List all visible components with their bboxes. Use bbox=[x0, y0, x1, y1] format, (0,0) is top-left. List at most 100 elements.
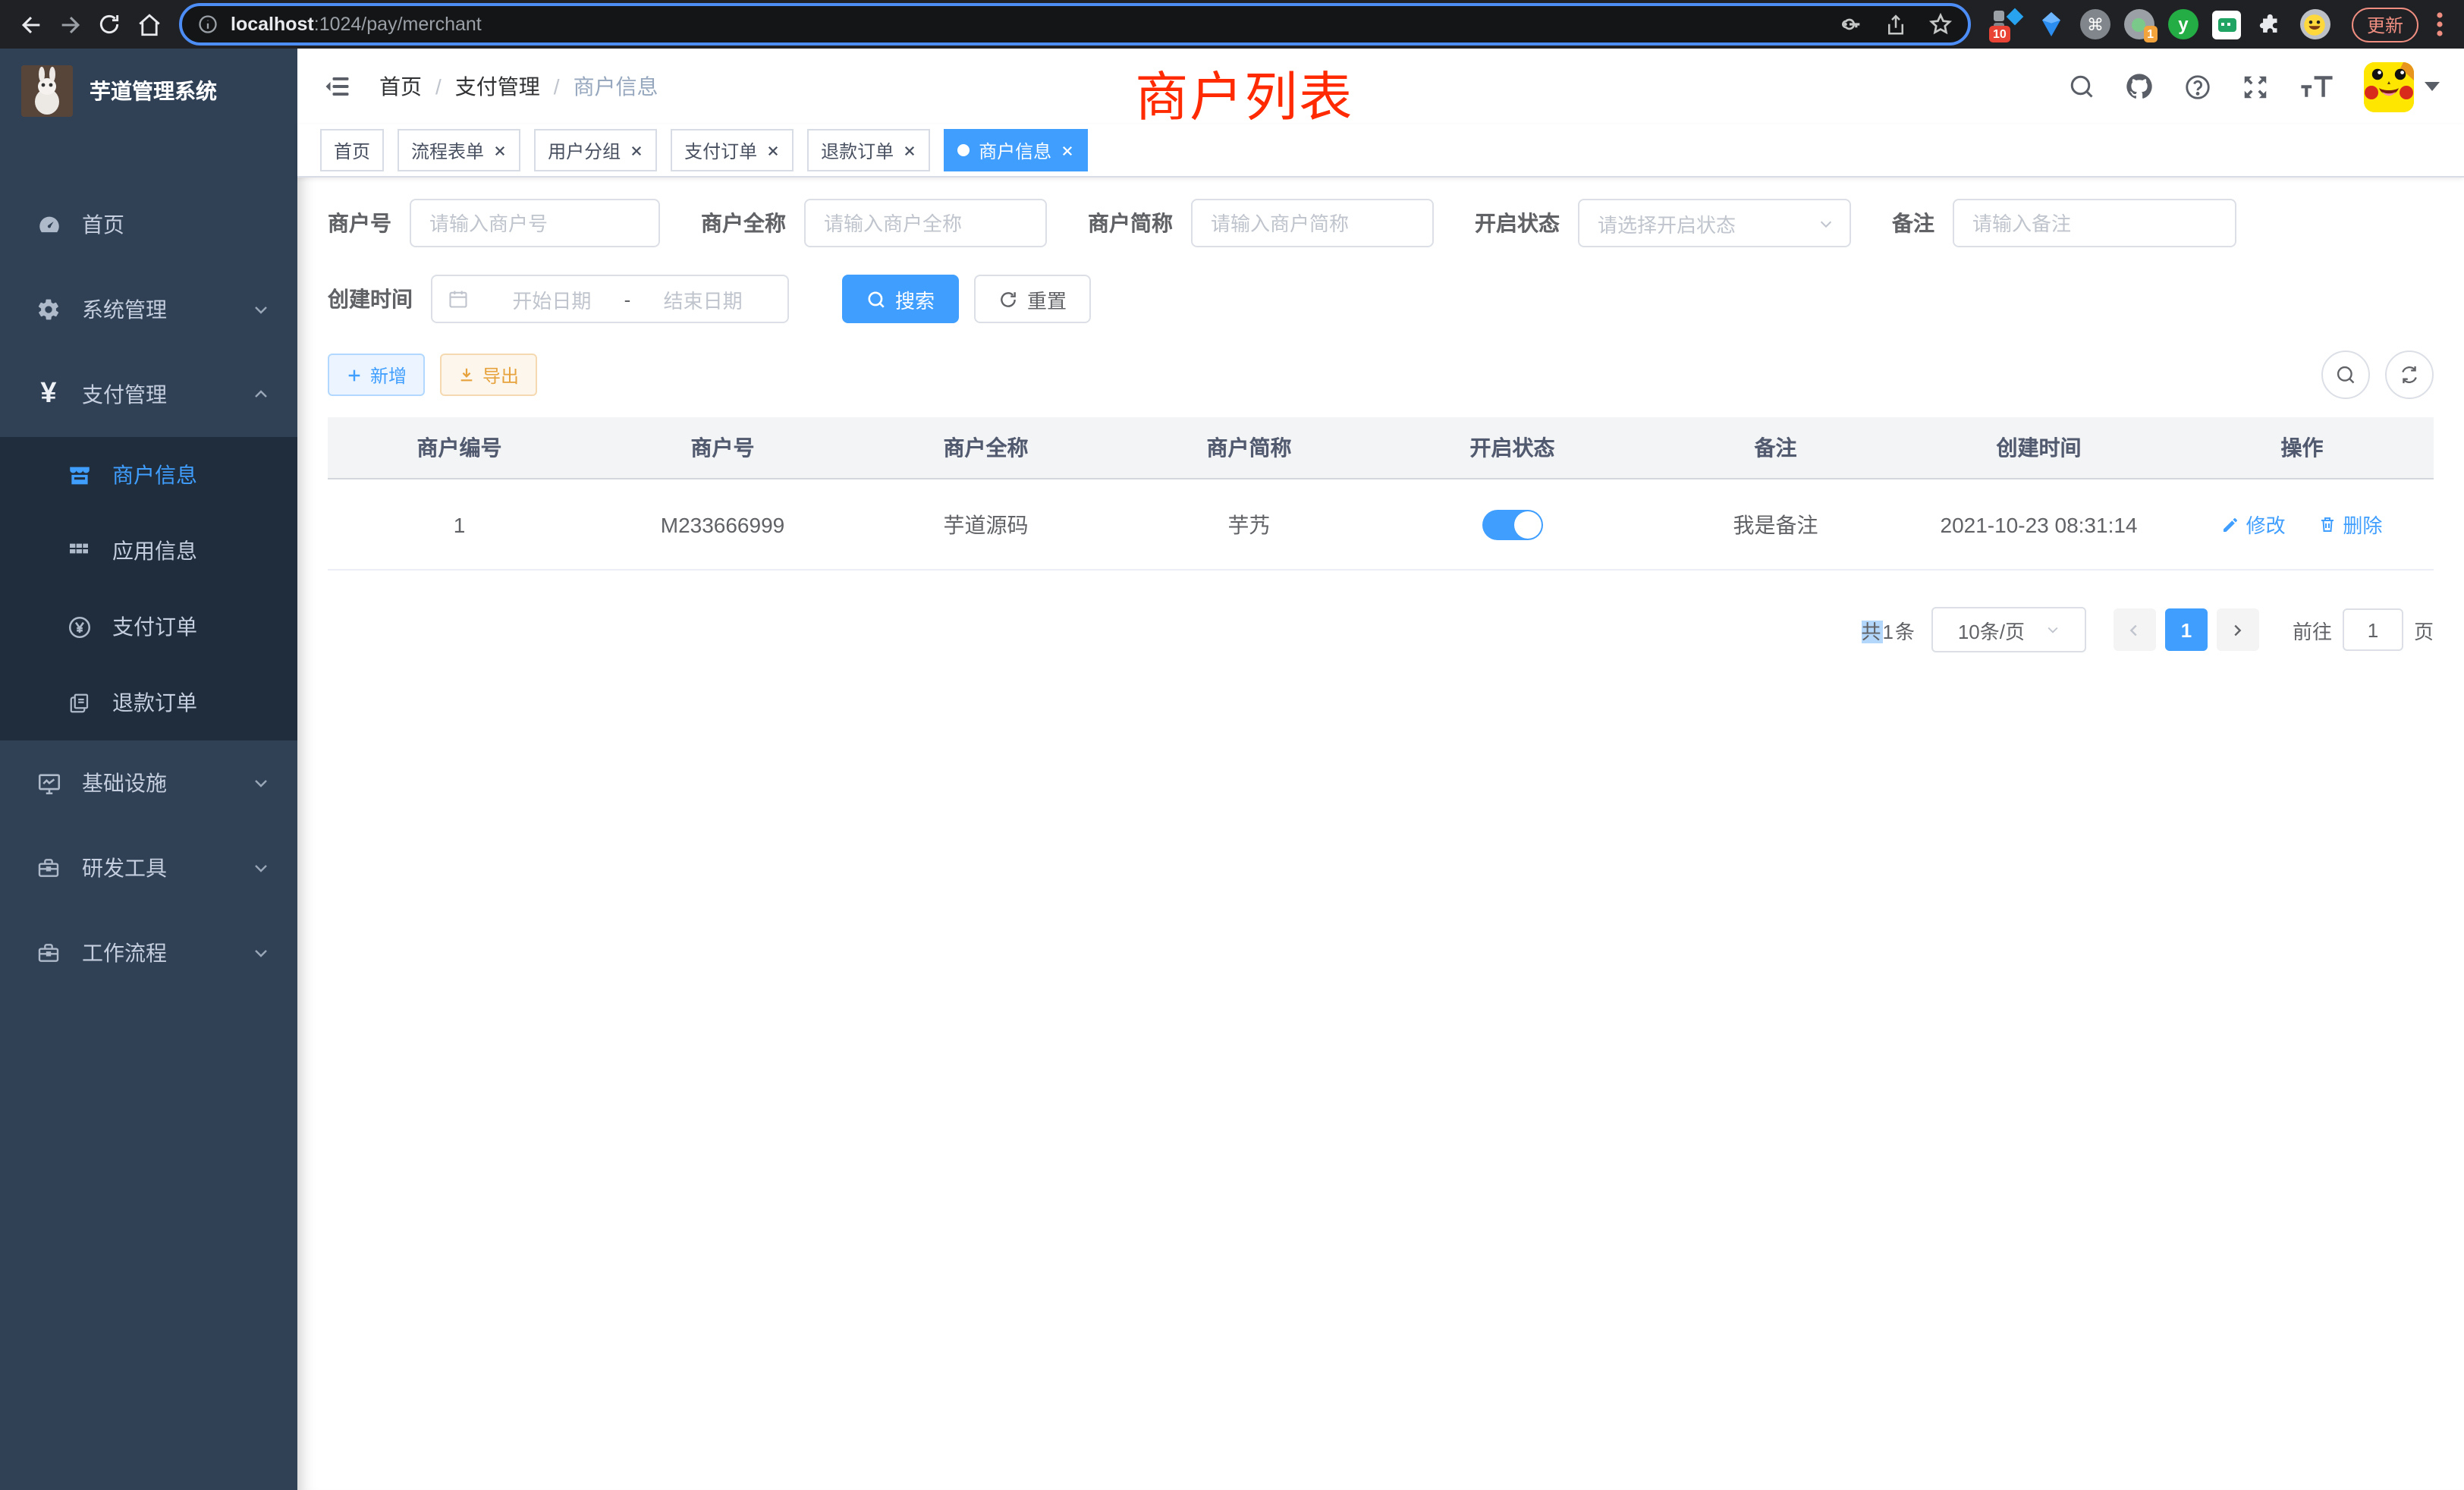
tab-user-group[interactable]: 用户分组 bbox=[534, 129, 657, 171]
sidebar-item-infra[interactable]: 基础设施 bbox=[0, 740, 297, 825]
share-icon[interactable] bbox=[1884, 13, 1907, 36]
sidebar-item-app-info[interactable]: 应用信息 bbox=[0, 513, 297, 589]
status-toggle[interactable] bbox=[1482, 509, 1543, 539]
next-page-button[interactable] bbox=[2217, 608, 2259, 651]
extension-emoji-icon[interactable] bbox=[2300, 9, 2330, 39]
edit-link[interactable]: 修改 bbox=[2222, 511, 2286, 539]
refresh-icon bbox=[998, 289, 1018, 309]
sidebar-item-refund-order[interactable]: 退款订单 bbox=[0, 665, 297, 740]
toolbar-right bbox=[2321, 350, 2434, 399]
sidebar-item-pay-order[interactable]: 支付订单 bbox=[0, 589, 297, 665]
current-page-button[interactable]: 1 bbox=[2165, 608, 2208, 651]
breadcrumb-home[interactable]: 首页 bbox=[379, 71, 422, 102]
extensions-puzzle-icon[interactable] bbox=[2256, 9, 2286, 39]
cell-status bbox=[1381, 479, 1644, 570]
cell-merchant-id: 1 bbox=[328, 479, 591, 570]
close-icon[interactable] bbox=[903, 143, 916, 157]
breadcrumb-pay[interactable]: 支付管理 bbox=[455, 71, 540, 102]
close-icon[interactable] bbox=[766, 143, 780, 157]
screen: localhost:1024/pay/merchant 10 ⌘ bbox=[0, 0, 2464, 1490]
remark-input[interactable] bbox=[1953, 199, 2236, 247]
browser-reload-icon[interactable] bbox=[91, 6, 127, 42]
cell-merchant-no: M233666999 bbox=[591, 479, 854, 570]
sidebar-item-system[interactable]: 系统管理 bbox=[0, 267, 297, 352]
tab-merchant-info[interactable]: 商户信息 bbox=[944, 129, 1088, 171]
bookmark-star-icon[interactable] bbox=[1928, 12, 1953, 36]
short-name-input[interactable] bbox=[1191, 199, 1434, 247]
browser-home-icon[interactable] bbox=[130, 6, 167, 42]
extension-tag-assistant-icon[interactable]: 10 bbox=[1992, 9, 2022, 39]
yen-icon: ¥ bbox=[30, 378, 67, 411]
full-name-input[interactable] bbox=[804, 199, 1047, 247]
extension-chat-icon[interactable] bbox=[2212, 9, 2242, 39]
breadcrumb: 首页 / 支付管理 / 商户信息 bbox=[379, 71, 658, 102]
col-create-time: 创建时间 bbox=[1907, 417, 2170, 479]
sidebar-item-label: 应用信息 bbox=[112, 536, 197, 566]
extension-gem-icon[interactable] bbox=[2036, 9, 2066, 39]
reset-button[interactable]: 重置 bbox=[974, 275, 1091, 323]
close-icon[interactable] bbox=[493, 143, 507, 157]
tab-pay-order[interactable]: 支付订单 bbox=[671, 129, 794, 171]
address-bar[interactable]: localhost:1024/pay/merchant bbox=[179, 3, 1971, 46]
site-info-icon[interactable] bbox=[197, 14, 218, 35]
fullscreen-icon[interactable] bbox=[2241, 72, 2270, 101]
status-select[interactable]: 请选择开启状态 bbox=[1578, 199, 1851, 247]
app-window: 芋道管理系统 首页 系统管理 bbox=[0, 49, 2464, 1490]
goto-page-input[interactable] bbox=[2343, 608, 2403, 651]
total-count: 1 bbox=[1882, 620, 1894, 643]
filter-label: 商户简称 bbox=[1088, 208, 1173, 238]
tab-label: 流程表单 bbox=[411, 137, 484, 163]
plus-icon bbox=[346, 366, 363, 383]
sidebar-item-label: 退款订单 bbox=[112, 687, 197, 718]
sidebar-item-home[interactable]: 首页 bbox=[0, 182, 297, 267]
refresh-table-button[interactable] bbox=[2385, 350, 2434, 399]
prev-page-button[interactable] bbox=[2114, 608, 2156, 651]
user-menu[interactable] bbox=[2364, 61, 2440, 112]
extension-yudao-icon[interactable]: y bbox=[2168, 9, 2198, 39]
sidebar-fold-icon[interactable] bbox=[319, 67, 358, 106]
search-button[interactable]: 搜索 bbox=[842, 275, 959, 323]
export-button[interactable]: 导出 bbox=[440, 354, 537, 396]
tags-view-bar: 首页 流程表单 用户分组 支付订单 退款订单 bbox=[297, 124, 2464, 178]
show-search-toggle-button[interactable] bbox=[2321, 350, 2370, 399]
tab-refund-order[interactable]: 退款订单 bbox=[807, 129, 930, 171]
browser-menu-kebab-icon[interactable] bbox=[2428, 12, 2452, 36]
merchant-no-input[interactable] bbox=[410, 199, 660, 247]
help-icon[interactable] bbox=[2183, 72, 2212, 101]
delete-link[interactable]: 删除 bbox=[2318, 510, 2382, 539]
col-merchant-no: 商户号 bbox=[591, 417, 854, 479]
app-logo[interactable]: 芋道管理系统 bbox=[0, 49, 297, 134]
font-size-icon[interactable] bbox=[2299, 73, 2335, 100]
sidebar-item-dev-tools[interactable]: 研发工具 bbox=[0, 825, 297, 910]
sidebar-item-merchant-info[interactable]: 商户信息 bbox=[0, 437, 297, 513]
url-text: localhost:1024/pay/merchant bbox=[231, 14, 1818, 35]
sidebar: 芋道管理系统 首页 系统管理 bbox=[0, 49, 297, 1490]
browser-back-icon[interactable] bbox=[12, 6, 49, 42]
pay-submenu: 商户信息 应用信息 支付订单 bbox=[0, 437, 297, 740]
browser-forward-icon[interactable] bbox=[52, 6, 88, 42]
user-avatar[interactable] bbox=[2364, 61, 2414, 112]
header-search-icon[interactable] bbox=[2068, 73, 2095, 100]
add-button[interactable]: 新增 bbox=[328, 354, 425, 396]
tab-process-form[interactable]: 流程表单 bbox=[398, 129, 520, 171]
tab-home[interactable]: 首页 bbox=[320, 129, 384, 171]
close-icon[interactable] bbox=[630, 143, 643, 157]
github-icon[interactable] bbox=[2124, 71, 2154, 102]
close-icon[interactable] bbox=[1061, 143, 1074, 157]
sidebar-item-pay[interactable]: ¥ 支付管理 bbox=[0, 352, 297, 437]
table-toolbar: 新增 导出 bbox=[328, 350, 2434, 399]
extension-profile-icon[interactable]: 1 bbox=[2124, 9, 2154, 39]
browser-update-button[interactable]: 更新 bbox=[2352, 7, 2418, 42]
password-key-icon[interactable] bbox=[1839, 12, 1863, 36]
pagination-total: 共1条 bbox=[1861, 615, 1916, 644]
toggle-knob bbox=[1514, 511, 1542, 538]
create-time-range-picker[interactable]: 开始日期 - 结束日期 bbox=[431, 275, 789, 323]
tab-label: 商户信息 bbox=[979, 137, 1051, 163]
extension-command-icon[interactable]: ⌘ bbox=[2080, 9, 2110, 39]
chevron-down-icon bbox=[252, 859, 270, 877]
page-size-select[interactable]: 10条/页 bbox=[1931, 607, 2086, 652]
trash-icon bbox=[2318, 514, 2337, 534]
filter-label: 开启状态 bbox=[1475, 208, 1560, 238]
sidebar-item-workflow[interactable]: 工作流程 bbox=[0, 910, 297, 995]
active-dot bbox=[957, 144, 970, 156]
